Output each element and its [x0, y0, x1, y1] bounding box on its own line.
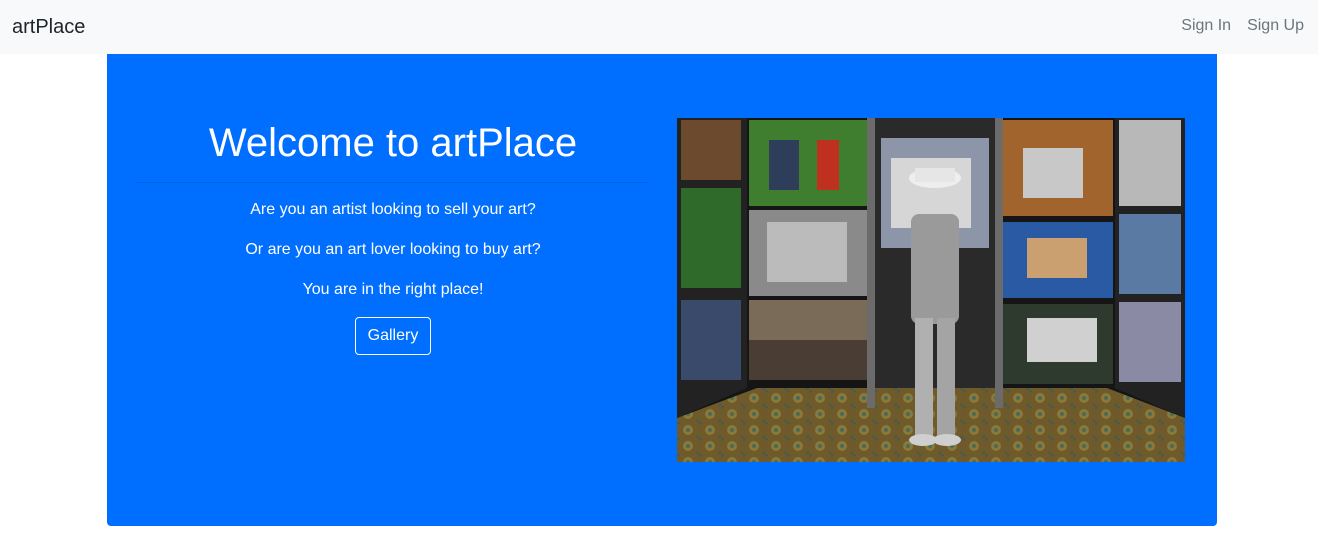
- sign-up-link[interactable]: Sign Up: [1247, 16, 1304, 36]
- hero-gallery-image: [677, 118, 1185, 462]
- hero-text-column: Welcome to artPlace Are you an artist lo…: [137, 118, 649, 355]
- hero-line-lover: Or are you an art lover looking to buy a…: [245, 241, 541, 258]
- brand-link[interactable]: artPlace: [12, 15, 85, 39]
- gallery-button[interactable]: Gallery: [354, 317, 432, 355]
- hero-line-place: You are in the right place!: [302, 281, 484, 298]
- nav-links: Sign In Sign Up: [1181, 16, 1304, 36]
- hero-jumbotron: Welcome to artPlace Are you an artist lo…: [107, 54, 1217, 526]
- top-navbar: artPlace Sign In Sign Up: [0, 0, 1318, 54]
- hero-divider: [137, 182, 649, 183]
- gallery-photo-illustration: [677, 118, 1185, 462]
- hero-title: Welcome to artPlace: [208, 121, 578, 165]
- hero-line-artist: Are you an artist looking to sell your a…: [250, 201, 536, 218]
- sign-in-link[interactable]: Sign In: [1181, 16, 1231, 36]
